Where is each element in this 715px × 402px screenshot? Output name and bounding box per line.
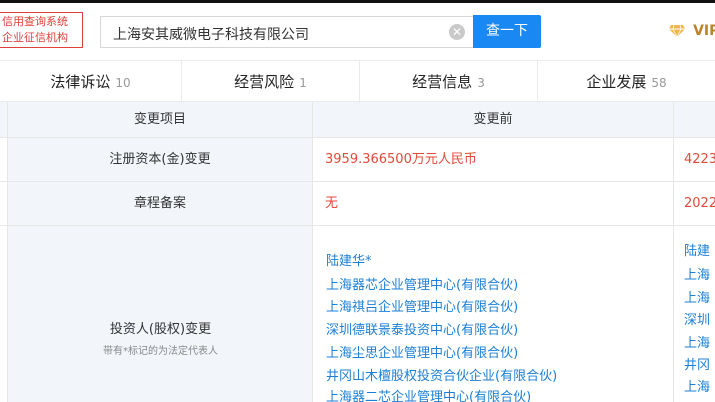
investor-link[interactable]: 陆建 xyxy=(684,240,710,259)
tab-business[interactable]: 经营信息 3 xyxy=(360,61,538,102)
tab-label: 经营风险 xyxy=(234,73,295,91)
investor-link[interactable]: 深圳德联景泰投资中心(有限合伙) xyxy=(326,319,518,338)
investor-link[interactable]: 上海祺吕企业管理中心(有限合伙) xyxy=(326,296,518,315)
investor-link[interactable]: 上海器芯企业管理中心(有限合伙) xyxy=(326,274,518,293)
vip-label: VIP xyxy=(693,22,715,39)
tab-count: 10 xyxy=(115,76,131,90)
index-cell xyxy=(0,182,8,226)
vip-link[interactable]: VIP xyxy=(668,20,715,42)
before-value-cell: 3959.366500万元人民币 xyxy=(313,138,674,182)
logo-line1: 信用查询系统 xyxy=(2,15,68,28)
investor-link[interactable]: 上海 xyxy=(684,287,710,306)
top-bar: 信用查询系统 企业征信机构 上海安其威微电子科技有限公司 ✕ 查一下 VIP xyxy=(0,0,715,60)
page: 信用查询系统 企业征信机构 上海安其威微电子科技有限公司 ✕ 查一下 VIP 法… xyxy=(0,0,715,402)
index-header-cell xyxy=(0,102,8,138)
investor-link[interactable]: 上海 xyxy=(684,376,710,395)
search-button[interactable]: 查一下 xyxy=(473,15,541,48)
change-record-table: 变更项目 变更前 注册资本(金)变更 3959.366500万元人民币 4223… xyxy=(0,102,715,402)
investor-link[interactable]: 陆建华* xyxy=(326,250,372,269)
column-header-before: 变更前 xyxy=(313,102,674,138)
before-value-cell: 无 xyxy=(313,182,674,226)
tab-label: 企业发展 xyxy=(586,73,647,91)
after-value-cell: 2022 xyxy=(674,182,715,226)
tab-label: 法律诉讼 xyxy=(50,73,111,91)
search-input-value: 上海安其威微电子科技有限公司 xyxy=(113,27,309,43)
change-item-cell: 投资人(股权)变更 带有*标记的为法定代表人 xyxy=(8,226,313,402)
change-item-cell: 章程备案 xyxy=(8,182,313,226)
investor-link[interactable]: 井冈山木檀股权投资合伙企业(有限合伙) xyxy=(326,365,557,384)
column-header-after xyxy=(674,102,715,138)
tab-development[interactable]: 企业发展 58 xyxy=(538,61,715,102)
legal-rep-note: 带有*标记的为法定代表人 xyxy=(103,346,218,357)
logo-line2: 企业征信机构 xyxy=(2,31,68,44)
diamond-icon xyxy=(669,24,685,38)
tab-count: 3 xyxy=(477,76,485,90)
change-item-label: 投资人(股权)变更 xyxy=(109,322,212,337)
site-logo[interactable]: 信用查询系统 企业征信机构 xyxy=(0,12,83,48)
column-header-item: 变更项目 xyxy=(8,102,313,138)
change-item-cell: 注册资本(金)变更 xyxy=(8,138,313,182)
investor-link[interactable]: 上海 xyxy=(684,332,710,351)
after-value-cell: 4223 xyxy=(674,138,715,182)
tab-count: 1 xyxy=(299,76,307,90)
index-cell xyxy=(0,138,8,182)
search-input[interactable]: 上海安其威微电子科技有限公司 ✕ xyxy=(100,16,473,48)
top-divider xyxy=(0,0,715,3)
tab-risk[interactable]: 经营风险 1 xyxy=(182,61,360,102)
index-cell xyxy=(0,226,8,402)
investor-link[interactable]: 上海器二芯企业管理中心(有限合伙) xyxy=(326,386,531,402)
investor-link[interactable]: 深圳 xyxy=(684,309,710,328)
investor-link[interactable]: 上海尘思企业管理中心(有限合伙) xyxy=(326,342,518,361)
investor-link[interactable]: 井冈 xyxy=(684,354,710,373)
tab-label: 经营信息 xyxy=(412,73,473,91)
investor-link[interactable]: 上海 xyxy=(684,264,710,283)
tab-legal[interactable]: 法律诉讼 10 xyxy=(0,61,182,102)
clear-icon[interactable]: ✕ xyxy=(449,24,465,40)
tab-count: 58 xyxy=(651,76,667,90)
section-tabs: 法律诉讼 10 经营风险 1 经营信息 3 企业发展 58 xyxy=(0,60,715,102)
